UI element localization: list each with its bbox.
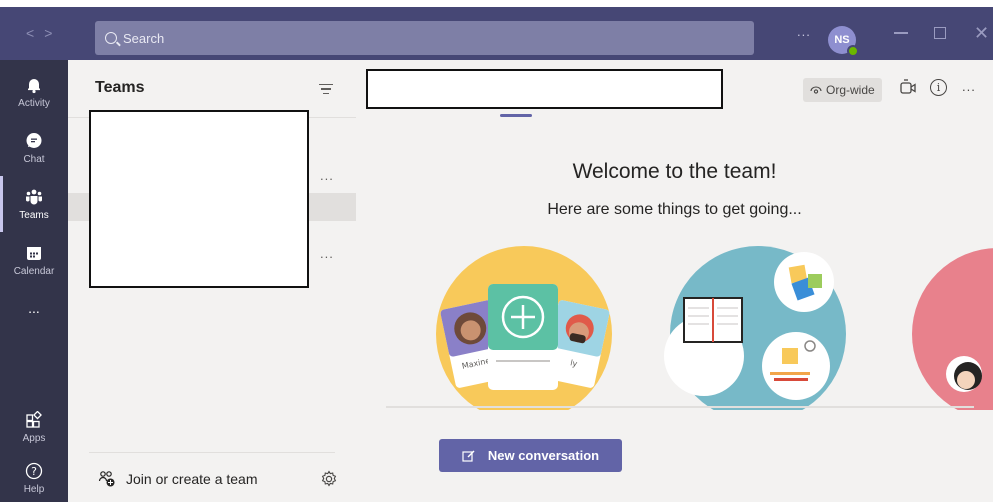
tab-posts-indicator[interactable] <box>500 114 532 117</box>
filter-icon[interactable] <box>319 84 333 97</box>
chat-icon <box>26 132 42 148</box>
org-wide-label: Org-wide <box>826 83 875 97</box>
search-input[interactable]: Search <box>95 21 754 55</box>
channel-main-area: Org-wide i ... Welcome to the team! Here… <box>356 60 993 502</box>
people-add-icon <box>98 471 115 487</box>
team-more-button[interactable]: ... <box>320 168 334 183</box>
calendar-icon <box>27 246 41 260</box>
rail-item-chat[interactable]: Chat <box>0 120 68 176</box>
eye-icon <box>810 86 822 94</box>
page-title: Teams <box>95 79 145 96</box>
apps-icon <box>26 410 42 428</box>
more-apps-icon: ... <box>28 300 40 316</box>
team-more-button[interactable]: ... <box>320 246 334 261</box>
redacted-team-names <box>89 110 309 288</box>
teams-icon <box>26 189 42 204</box>
search-icon <box>105 32 117 44</box>
apps-illustration <box>912 248 993 410</box>
teams-list-pane: Teams ... ... Join or create a team <box>68 60 356 502</box>
channel-more-button[interactable]: ... <box>962 79 976 94</box>
info-icon[interactable]: i <box>930 79 947 96</box>
redacted-channel-title <box>366 69 723 109</box>
meet-now-icon[interactable] <box>899 78 917 98</box>
rail-item-activity[interactable]: Activity <box>0 64 68 120</box>
minimize-button[interactable] <box>894 32 908 34</box>
channels-illustration <box>664 246 846 410</box>
search-placeholder: Search <box>123 30 165 46</box>
rail-item-label: Teams <box>19 209 49 221</box>
rail-item-teams[interactable]: Teams <box>0 176 68 232</box>
welcome-illustration: Maxine ly <box>436 246 993 410</box>
more-apps-button[interactable]: ... <box>0 280 68 336</box>
title-bar: <> Search ... NS ✕ <box>0 0 993 60</box>
compose-icon <box>462 450 475 462</box>
close-button[interactable]: ✕ <box>974 23 989 44</box>
rail-item-label: Chat <box>23 153 45 165</box>
title-bar-background: <> Search ... NS ✕ <box>0 7 993 60</box>
channel-header: Org-wide i ... <box>356 60 993 118</box>
join-create-team-button[interactable]: Join or create a team <box>98 470 258 488</box>
svg-text:?: ? <box>31 465 37 478</box>
divider <box>386 406 974 408</box>
avatar-initials: NS <box>834 34 850 46</box>
rail-item-help[interactable]: ? Help <box>0 450 68 502</box>
avatar[interactable]: NS <box>828 26 859 57</box>
rail-item-apps[interactable]: Apps <box>0 399 68 455</box>
new-conversation-button[interactable]: New conversation <box>439 439 622 472</box>
settings-more-button[interactable]: ... <box>797 24 811 39</box>
new-conversation-label: New conversation <box>487 448 600 463</box>
app-bar: Activity Chat Teams Calendar ... Apps ? … <box>0 60 68 502</box>
forward-arrow-icon[interactable]: > <box>44 25 62 41</box>
rail-item-label: Apps <box>22 432 46 444</box>
rail-item-label: Help <box>23 483 45 495</box>
join-create-label: Join or create a team <box>126 471 258 487</box>
gear-icon[interactable] <box>320 470 338 488</box>
nav-arrows[interactable]: <> <box>26 25 62 41</box>
org-wide-badge[interactable]: Org-wide <box>803 78 882 102</box>
teams-app-window: <> Search ... NS ✕ Activity Chat Teams C… <box>0 0 993 502</box>
maximize-button[interactable] <box>934 27 946 39</box>
rail-item-label: Calendar <box>13 265 55 277</box>
add-members-illustration: Maxine ly <box>436 246 612 410</box>
welcome-subtitle: Here are some things to get going... <box>547 201 802 218</box>
help-icon: ? <box>25 462 43 479</box>
bell-icon <box>28 78 40 93</box>
presence-available-icon <box>847 45 859 57</box>
divider <box>89 452 335 453</box>
back-arrow-icon[interactable]: < <box>26 25 44 41</box>
rail-item-label: Activity <box>18 97 50 109</box>
welcome-title: Welcome to the team! <box>572 160 777 183</box>
